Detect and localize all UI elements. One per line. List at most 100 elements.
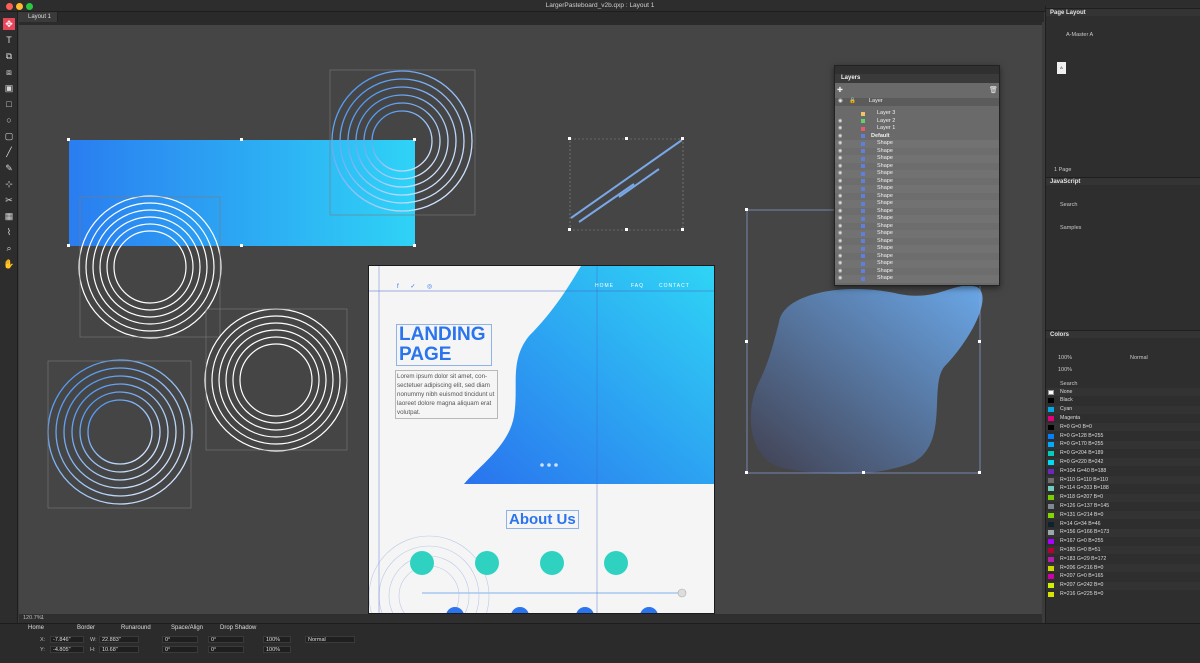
visibility-eye-icon[interactable]: ◉ xyxy=(838,125,842,131)
visibility-eye-icon[interactable]: ◉ xyxy=(838,238,842,244)
page-number[interactable]: 1 xyxy=(41,615,44,621)
color-swatch-row[interactable]: R=126 G=137 B=145 xyxy=(1046,502,1200,510)
layer-item-shape[interactable]: ◉ Shape xyxy=(835,155,999,163)
bezier-pen-tool-icon[interactable]: ✎ xyxy=(3,162,15,174)
visibility-eye-icon[interactable]: ◉ xyxy=(838,223,842,229)
visibility-eye-icon[interactable]: ◉ xyxy=(838,193,842,199)
visibility-eye-icon[interactable]: ◉ xyxy=(838,275,842,281)
zoom-tool-icon[interactable]: ⌕ xyxy=(3,242,15,254)
javascript-samples[interactable]: Samples xyxy=(1060,225,1081,231)
visibility-eye-icon[interactable]: ◉ xyxy=(838,170,842,176)
nav-faq[interactable]: FAQ xyxy=(631,283,644,289)
layer-item-shape[interactable]: ◉ Shape xyxy=(835,207,999,215)
visibility-eye-icon[interactable]: ◉ xyxy=(838,148,842,154)
layer-row-layer-1[interactable]: ◉ Layer 1 xyxy=(835,125,999,133)
scissors-tool-icon[interactable]: ✂ xyxy=(3,194,15,206)
color-swatch-row[interactable]: R=183 G=29 B=172 xyxy=(1046,555,1200,563)
color-swatch-row[interactable]: R=0 G=0 B=0 xyxy=(1046,423,1200,432)
text-content-tool-icon[interactable]: T xyxy=(3,34,15,46)
bottom-rings-shape[interactable] xyxy=(47,359,193,505)
colors-opacity-2[interactable]: 100% xyxy=(1058,367,1072,373)
select-point-tool-icon[interactable]: ⊹ xyxy=(3,178,15,190)
gradient-blob-shape[interactable] xyxy=(750,285,983,474)
visibility-eye-icon[interactable]: ◉ xyxy=(838,178,842,184)
color-swatch-row[interactable]: R=0 G=220 B=242 xyxy=(1046,458,1200,467)
color-swatch-row[interactable]: R=110 G=110 B=110 xyxy=(1046,476,1200,484)
color-swatch-row[interactable]: R=156 G=166 B=173 xyxy=(1046,528,1200,537)
landing-title[interactable]: LANDING PAGE xyxy=(396,324,492,366)
delete-layer-icon[interactable]: 🗑 xyxy=(989,86,998,94)
layer-item-shape[interactable]: ◉ Shape xyxy=(835,147,999,155)
color-swatch-row[interactable]: R=0 G=128 B=255 xyxy=(1046,432,1200,440)
angle-field-3[interactable]: 0° xyxy=(208,636,244,643)
layer-item-shape[interactable]: ◉ Shape xyxy=(835,200,999,208)
tab-space-align[interactable]: Space/Align xyxy=(171,625,203,633)
layer-item-shape[interactable]: ◉ Shape xyxy=(835,252,999,260)
colors-search[interactable]: Search xyxy=(1060,381,1077,387)
layer-item-shape[interactable]: ◉ Shape xyxy=(835,192,999,200)
visibility-eye-icon[interactable]: ◉ xyxy=(838,118,842,124)
nav-contact[interactable]: CONTACT xyxy=(659,283,690,289)
x-field[interactable]: -7.846" xyxy=(50,636,84,643)
visibility-eye-icon[interactable]: ◉ xyxy=(838,230,842,236)
javascript-header[interactable]: JavaScript xyxy=(1046,177,1200,185)
layer-item-shape[interactable]: ◉ Shape xyxy=(835,162,999,170)
master-page-name[interactable]: A-Master A xyxy=(1066,32,1093,38)
table-tool-icon[interactable]: ▦ xyxy=(3,210,15,222)
javascript-search[interactable]: Search xyxy=(1060,202,1077,208)
visibility-eye-icon[interactable]: ◉ xyxy=(838,155,842,161)
layer-item-shape[interactable]: ◉ Shape xyxy=(835,215,999,223)
tab-home[interactable]: Home xyxy=(28,625,44,633)
eyedropper-tool-icon[interactable]: ⌇ xyxy=(3,226,15,238)
star-box-tool-icon[interactable]: ▢ xyxy=(3,130,15,142)
visibility-eye-icon[interactable]: ◉ xyxy=(838,200,842,206)
nav-home[interactable]: HOME xyxy=(595,283,614,289)
layer-row-default[interactable]: ◉ Default xyxy=(835,133,999,141)
angle-field-1[interactable]: 0° xyxy=(162,636,198,643)
zoom-level[interactable]: 120.7% xyxy=(23,615,42,621)
colors-blend-mode[interactable]: Normal xyxy=(1130,355,1148,361)
about-us-heading[interactable]: About Us xyxy=(506,510,579,529)
page-thumbnail[interactable]: A xyxy=(1057,62,1066,74)
colors-header[interactable]: Colors xyxy=(1046,330,1200,338)
pan-tool-icon[interactable]: ✋ xyxy=(3,258,15,270)
layer-item-shape[interactable]: ◉ Shape xyxy=(835,140,999,148)
layer-item-shape[interactable]: ◉ Shape xyxy=(835,275,999,283)
layer-item-shape[interactable]: ◉ Shape xyxy=(835,185,999,193)
color-swatch-row[interactable]: R=216 G=225 B=0 xyxy=(1046,590,1200,598)
layer-item-shape[interactable]: ◉ Shape xyxy=(835,237,999,245)
social-icons[interactable]: f ✓ ◎ xyxy=(397,283,437,290)
color-swatch-row[interactable]: R=0 G=204 B=189 xyxy=(1046,450,1200,458)
rectangle-box-tool-icon[interactable]: □ xyxy=(3,98,15,110)
layer-item-shape[interactable]: ◉ Shape xyxy=(835,177,999,185)
color-swatch-row[interactable]: None xyxy=(1046,388,1200,396)
w-field[interactable]: 22.883" xyxy=(99,636,139,643)
layer-item-shape[interactable]: ◉ Shape xyxy=(835,245,999,253)
opacity-field-1[interactable]: 100% xyxy=(263,636,291,643)
oval-box-tool-icon[interactable]: ○ xyxy=(3,114,15,126)
layer-row-layer-2[interactable]: ◉ Layer 2 xyxy=(835,118,999,126)
picture-box-tool-icon[interactable]: ▣ xyxy=(3,82,15,94)
h-field[interactable]: 10.68" xyxy=(99,646,139,653)
blend-mode-select[interactable]: Normal xyxy=(305,636,355,643)
white-rings-shape-2[interactable] xyxy=(204,308,348,452)
gradient-rectangle[interactable] xyxy=(69,140,415,246)
color-swatch-row[interactable]: R=0 G=170 B=255 xyxy=(1046,440,1200,449)
visibility-eye-icon[interactable]: ◉ xyxy=(838,253,842,259)
color-swatch-row[interactable]: R=207 G=242 B=0 xyxy=(1046,581,1200,590)
layer-item-shape[interactable]: ◉ Shape xyxy=(835,222,999,230)
color-swatch-row[interactable]: Cyan xyxy=(1046,405,1200,414)
colors-opacity-1[interactable]: 100% xyxy=(1058,355,1072,361)
visibility-eye-icon[interactable]: ◉ xyxy=(838,163,842,169)
tab-layout-1[interactable]: Layout 1 xyxy=(22,12,59,22)
new-layer-icon[interactable]: ✚ xyxy=(837,86,843,94)
layer-item-shape[interactable]: ◉ Shape xyxy=(835,260,999,268)
color-swatch-row[interactable]: R=104 G=40 B=188 xyxy=(1046,467,1200,475)
color-swatch-row[interactable]: R=118 G=207 B=0 xyxy=(1046,493,1200,502)
layers-panel-titlebar[interactable] xyxy=(835,66,999,74)
layer-item-shape[interactable]: ◉ Shape xyxy=(835,170,999,178)
color-swatch-row[interactable]: R=14 G=34 B=46 xyxy=(1046,520,1200,528)
layer-item-shape[interactable]: ◉ Shape xyxy=(835,267,999,275)
layer-row-layer-3[interactable]: Layer 3 xyxy=(835,110,999,118)
color-swatch-row[interactable]: R=207 G=0 B=165 xyxy=(1046,573,1200,581)
